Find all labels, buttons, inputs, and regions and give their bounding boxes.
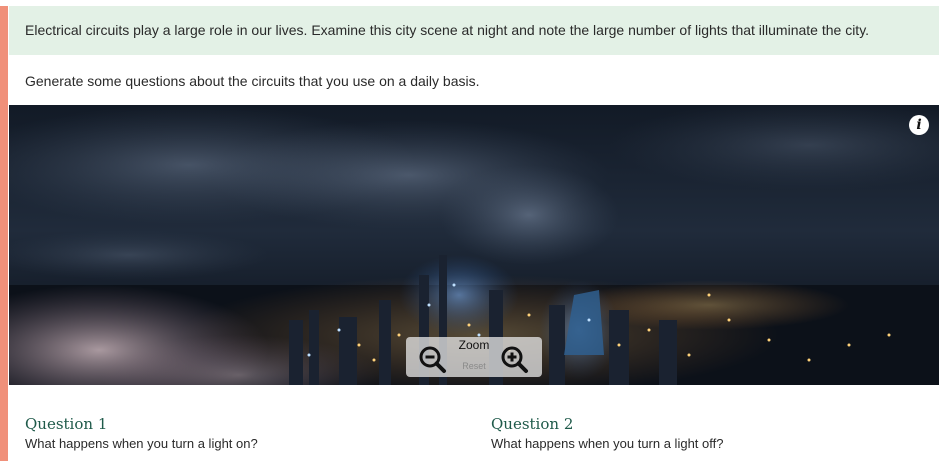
question-2-title: Question 2 <box>491 415 574 433</box>
question-1-text: What happens when you turn a light on? <box>25 436 258 451</box>
city-night-image[interactable]: i Zoom Reset <box>9 105 939 385</box>
zoom-controls: Zoom Reset <box>406 337 542 377</box>
zoom-in-icon[interactable] <box>500 345 530 375</box>
prompt-text: Generate some questions about the circui… <box>25 73 480 89</box>
question-2-text: What happens when you turn a light off? <box>491 436 724 451</box>
intro-banner: Electrical circuits play a large role in… <box>9 6 939 55</box>
intro-text: Electrical circuits play a large role in… <box>25 22 870 38</box>
question-1-title: Question 1 <box>25 415 108 433</box>
accent-bar <box>0 6 8 461</box>
info-icon[interactable]: i <box>909 115 929 135</box>
